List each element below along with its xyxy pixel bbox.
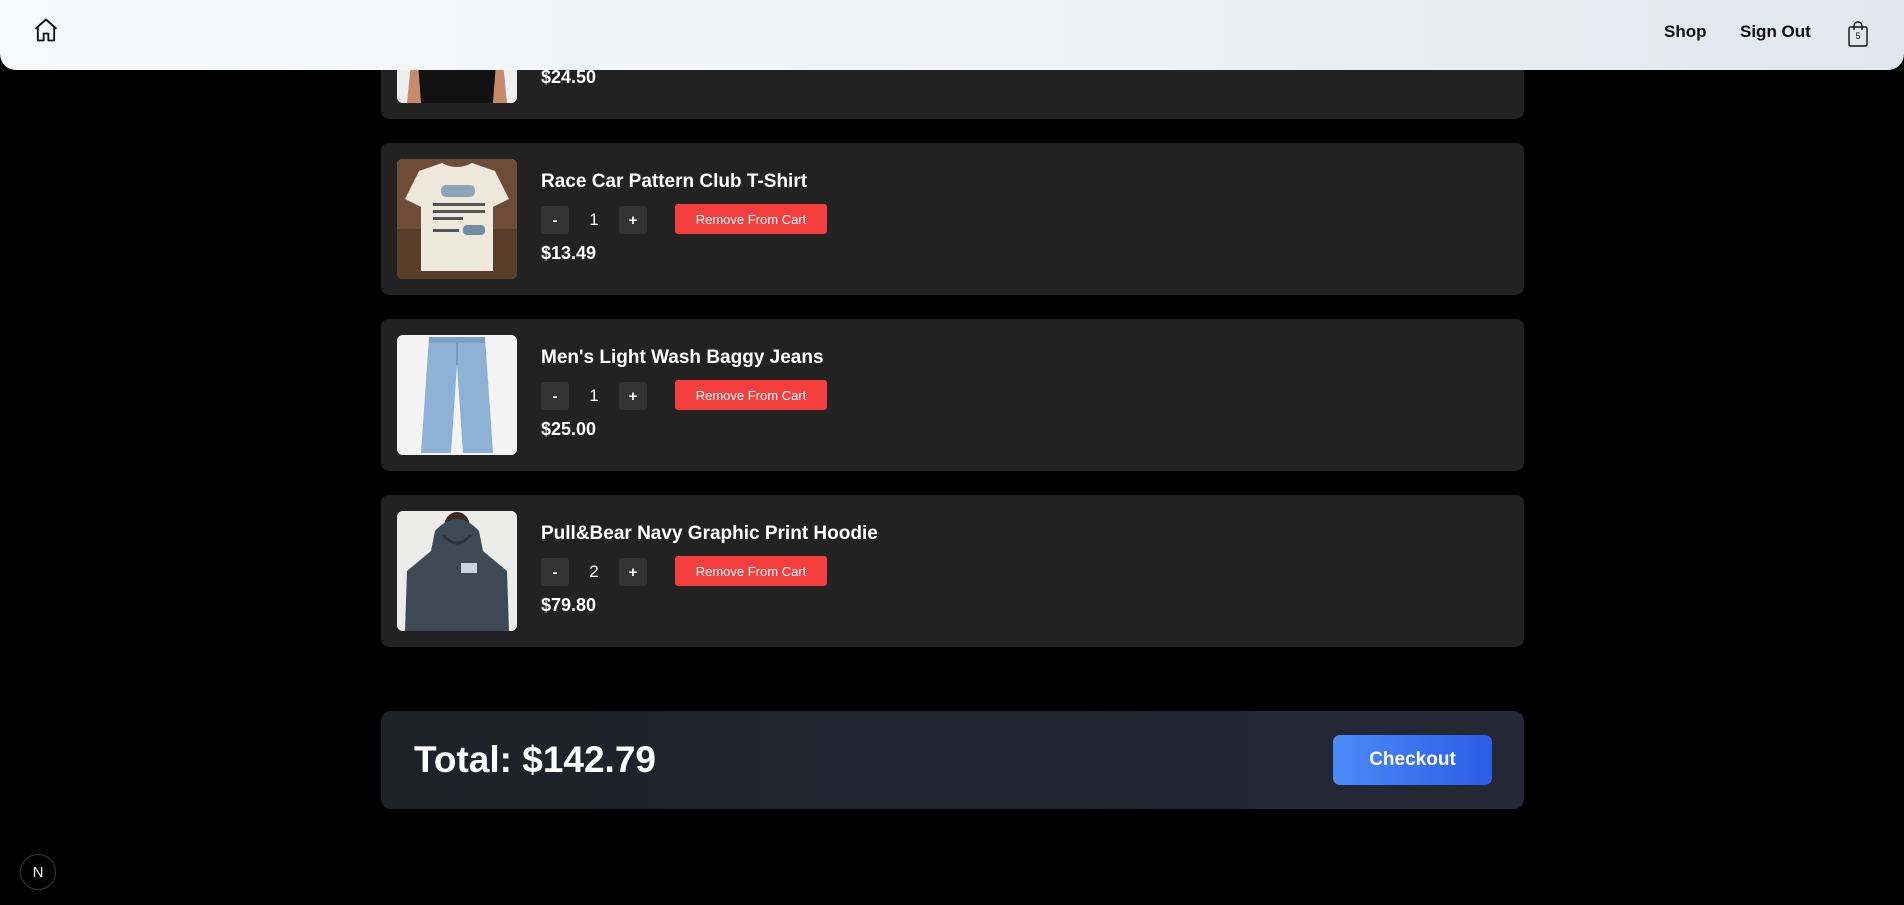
quantity-value: 2 [589,562,599,581]
cart-count-badge: 5 [1855,31,1861,41]
remove-from-cart-button[interactable]: Remove From Cart [675,556,827,586]
remove-from-cart-button[interactable]: Remove From Cart [675,204,827,234]
cart-item: Race Car Pattern Club T-Shirt - 1 + Remo… [381,143,1524,295]
dev-tools-badge[interactable]: N [20,854,56,890]
cart-summary: Total: $142.79 Checkout [381,711,1524,809]
item-price: $24.50 [541,67,597,87]
nav-shop-link[interactable]: Shop [1664,22,1707,42]
home-button[interactable] [30,14,62,46]
item-price: $13.49 [541,243,597,263]
checkout-button[interactable]: Checkout [1333,735,1492,785]
home-icon [34,18,58,42]
remove-from-cart-button[interactable]: Remove From Cart [675,380,827,410]
decrease-quantity-button[interactable]: - [541,558,569,586]
cart-total: Total: $142.79 [414,739,656,780]
quantity-value: 1 [589,386,599,405]
item-title: Pull&Bear Navy Graphic Print Hoodie [541,523,878,544]
cart-item: Pull&Bear Navy Graphic Print Hoodie - 2 … [381,495,1524,647]
quantity-value: 1 [589,210,599,229]
cart-button[interactable]: 5 [1846,20,1870,48]
increase-quantity-button[interactable]: + [619,382,647,410]
decrease-quantity-button[interactable]: - [541,206,569,234]
item-price: $25.00 [541,419,597,439]
cart-item: Men's Light Wash Baggy Jeans - 1 + Remov… [381,319,1524,471]
top-navbar: Shop Sign Out 5 [0,0,1904,70]
nav-signout-link[interactable]: Sign Out [1740,22,1811,42]
item-title: Men's Light Wash Baggy Jeans [541,347,824,368]
increase-quantity-button[interactable]: + [619,558,647,586]
item-title: Race Car Pattern Club T-Shirt [541,171,808,192]
product-image [397,335,517,455]
decrease-quantity-button[interactable]: - [541,382,569,410]
increase-quantity-button[interactable]: + [619,206,647,234]
product-image [397,511,517,631]
product-image [397,159,517,279]
item-price: $79.80 [541,595,597,615]
